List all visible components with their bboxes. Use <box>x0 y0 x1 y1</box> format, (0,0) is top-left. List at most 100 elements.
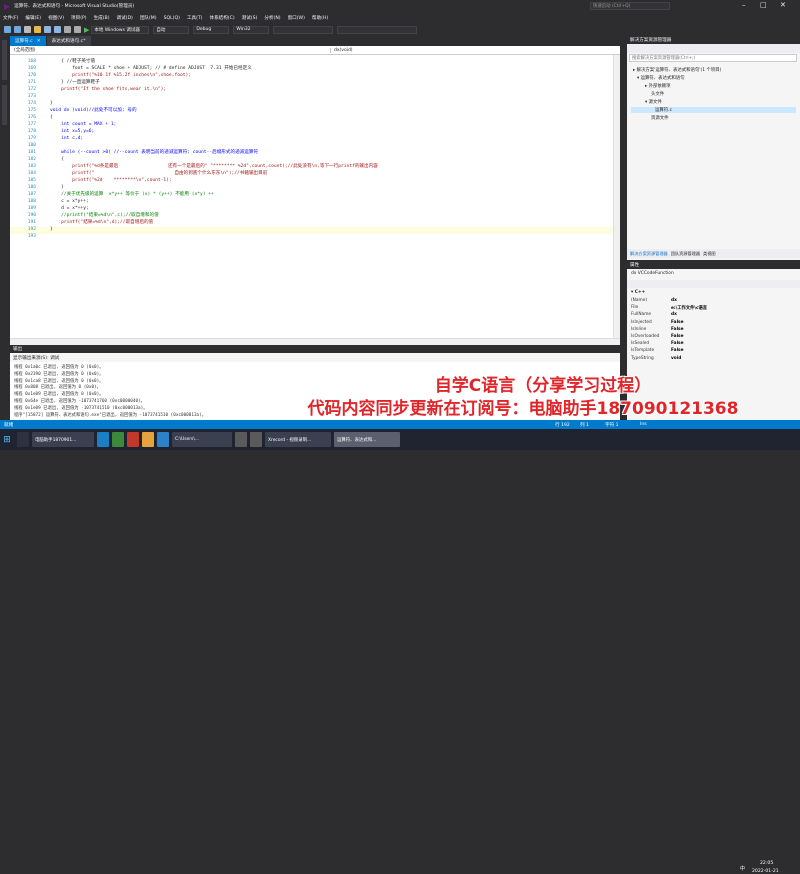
property-row[interactable]: IsOverloaded False <box>631 334 796 340</box>
tab-team-explorer[interactable]: 团队资源管理器 <box>671 251 700 257</box>
close-button[interactable]: ✕ <box>780 1 786 9</box>
menu-file[interactable]: 文件(F) <box>3 15 18 21</box>
resource-files-node[interactable]: 资源文件 <box>651 115 669 121</box>
save-icon[interactable] <box>44 26 51 33</box>
properties-toolbar <box>627 280 800 288</box>
app-icon-4[interactable] <box>157 432 169 447</box>
code-line: 170 printf("%10.1f %15.2f inches\n",shoe… <box>10 73 620 80</box>
app-icon-3[interactable] <box>142 432 154 447</box>
menu-tools[interactable]: 工具(T) <box>187 15 203 21</box>
save-all-icon[interactable] <box>54 26 61 33</box>
find-combo[interactable] <box>273 25 334 34</box>
platform-select[interactable]: Win32 <box>233 25 270 34</box>
header-files-node[interactable]: 头文件 <box>651 91 664 97</box>
auto-select[interactable]: 自动 <box>153 25 190 34</box>
menu-window[interactable]: 窗口(W) <box>288 15 305 21</box>
property-row[interactable]: (Name) dx <box>631 298 796 304</box>
property-key: IsSealed <box>631 341 650 347</box>
solution-node[interactable]: ▸ 解决方案'运算符、表达式和语句'(1 个项目) <box>633 67 721 73</box>
quick-launch-input[interactable]: 快速启动 (Ctrl+Q) <box>590 2 670 10</box>
app-icon-2[interactable] <box>127 432 139 447</box>
tab-solution-explorer[interactable]: 解决方案资源管理器 <box>630 251 668 257</box>
function-dropdown[interactable]: dx(void) <box>330 47 610 53</box>
tab-class-view[interactable]: 类视图 <box>703 251 716 257</box>
new-file-icon[interactable] <box>24 26 31 33</box>
maximize-button[interactable]: □ <box>760 1 767 9</box>
code-text: c = x*y++; <box>50 199 89 204</box>
property-row[interactable]: TypeString void <box>631 356 796 362</box>
open-folder-icon[interactable] <box>34 26 41 33</box>
properties-object[interactable]: dx VCCodeFunction <box>631 271 674 276</box>
edge-icon[interactable] <box>97 432 109 447</box>
menu-test[interactable]: 测试(S) <box>242 15 258 21</box>
property-row[interactable]: IsInline False <box>631 327 796 333</box>
xrecord-item[interactable]: Xrecord - 视频录制... <box>265 432 331 447</box>
taskbar-label: 运算符、表达式和... <box>337 437 377 443</box>
scope-dropdown[interactable]: (全局范围) <box>14 47 314 53</box>
property-key: IsInline <box>631 326 647 332</box>
solution-search-input[interactable]: 搜索解决方案资源管理器(Ctrl+;) <box>629 54 797 62</box>
menu-debug[interactable]: 调试(D) <box>117 15 133 21</box>
property-row[interactable]: FullName dx <box>631 312 796 318</box>
code-text: int count = MAX + 1; <box>50 122 117 127</box>
tree-label: 运算符.c <box>655 108 672 113</box>
code-text: printf("If the shoe fits,wear it.\n"); <box>50 87 167 92</box>
input-method-indicator[interactable]: 中 <box>740 865 745 872</box>
redo-icon[interactable] <box>74 26 81 33</box>
start-debug-icon[interactable]: ▶ <box>84 26 89 34</box>
menu-help[interactable]: 帮助(H) <box>312 15 328 21</box>
property-row[interactable]: File e:\工作文件\c语言 <box>631 305 796 311</box>
clock-date[interactable]: 2022-01-21 <box>752 869 779 874</box>
property-row[interactable]: IsInjected False <box>631 320 796 326</box>
start-button[interactable]: ⊞ <box>0 432 14 447</box>
property-value: dx <box>671 312 677 318</box>
code-line: 178 int x=5,y=6; <box>10 129 620 136</box>
operator-c-node[interactable]: 运算符.c <box>631 107 796 113</box>
clock-time[interactable]: 22:05 <box>760 861 773 866</box>
project-node[interactable]: ▾ 运算符、表达式和语句 <box>637 75 685 81</box>
config-select[interactable]: Debug <box>193 25 230 34</box>
menu-architecture[interactable]: 体系结构(C) <box>209 15 234 21</box>
zoom-indicator[interactable] <box>10 338 620 345</box>
debugger-select[interactable]: 本地 Windows 调试器 <box>91 25 150 34</box>
menu-build[interactable]: 生成(B) <box>94 15 110 21</box>
code-line: 169 foot = SCALE * shoe + ADJUST; // # d… <box>10 66 620 73</box>
output-source-label[interactable]: 显示输出来源(S): 调试 <box>13 355 59 361</box>
close-tab-icon[interactable]: ✕ <box>37 39 41 44</box>
vertical-scrollbar[interactable] <box>613 55 620 338</box>
app-icon-5[interactable] <box>235 432 247 447</box>
back-icon[interactable] <box>4 26 11 33</box>
tab-expression-c[interactable]: 表达式和语句.c* <box>46 36 91 46</box>
menu-project[interactable]: 项目(P) <box>71 15 87 21</box>
server-explorer-tab[interactable] <box>2 40 7 80</box>
code-text: int c,d; <box>50 136 84 141</box>
property-row[interactable]: IsTemplate False <box>631 348 796 354</box>
menu-team[interactable]: 团队(M) <box>140 15 157 21</box>
property-key: IsInjected <box>631 319 652 325</box>
vs-item[interactable]: 运算符、表达式和... <box>334 432 400 447</box>
tab-operator-c[interactable]: 运算符.c ✕ <box>10 36 46 46</box>
property-row[interactable]: IsSealed False <box>631 341 796 347</box>
app-icon-1[interactable] <box>112 432 124 447</box>
menu-sql[interactable]: SQL(Q) <box>164 16 180 21</box>
forward-icon[interactable] <box>14 26 21 33</box>
explorer-item[interactable]: C:\Users\... <box>172 432 232 447</box>
menu-edit[interactable]: 编辑(E) <box>25 15 41 21</box>
source-files-node[interactable]: ▾ 源文件 <box>645 99 662 105</box>
properties-section[interactable]: ▾ C++ <box>631 290 645 295</box>
app-icon-6[interactable] <box>250 432 262 447</box>
task-view-icon[interactable] <box>17 432 29 447</box>
taskbar-browser-item[interactable]: 电脑助手1870901... <box>32 432 94 447</box>
minimize-button[interactable]: – <box>742 1 746 9</box>
property-key: IsOverloaded <box>631 334 660 339</box>
external-deps-node[interactable]: ▸ 外部依赖项 <box>645 83 671 89</box>
menu-view[interactable]: 视图(V) <box>48 15 64 21</box>
code-editor[interactable]: 168 { //鞋子英寸值 169 foot = SCALE * shoe + A… <box>10 55 620 338</box>
line-number: 172 <box>27 87 36 92</box>
search-combo[interactable] <box>337 25 418 34</box>
menu-analyze[interactable]: 分析(N) <box>264 15 280 21</box>
toolbox-tab[interactable] <box>2 85 7 125</box>
code-line: 174} <box>10 101 620 108</box>
property-value: False <box>671 348 684 354</box>
undo-icon[interactable] <box>64 26 71 33</box>
